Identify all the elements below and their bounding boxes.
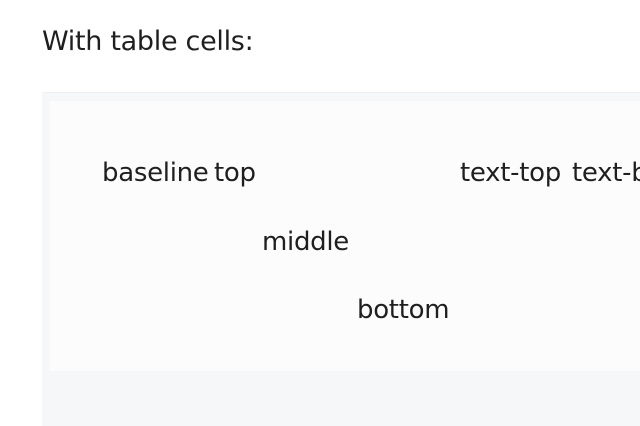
document-page: With table cells: baseline top text-top … <box>0 0 640 426</box>
top-cell-text: top <box>214 158 256 188</box>
baseline-cell-text: baseline <box>102 158 209 188</box>
text-top-cell-text: text-top <box>460 158 561 188</box>
table-cell-example-panel: baseline top text-top text-bottom middle… <box>42 92 640 426</box>
section-heading: With table cells: <box>42 26 254 57</box>
text-bottom-cell-text: text-bottom <box>572 158 640 188</box>
table-cell-example-content: baseline top text-top text-bottom middle… <box>50 101 640 371</box>
bottom-cell-text: bottom <box>357 295 450 325</box>
middle-cell-text: middle <box>262 227 349 257</box>
